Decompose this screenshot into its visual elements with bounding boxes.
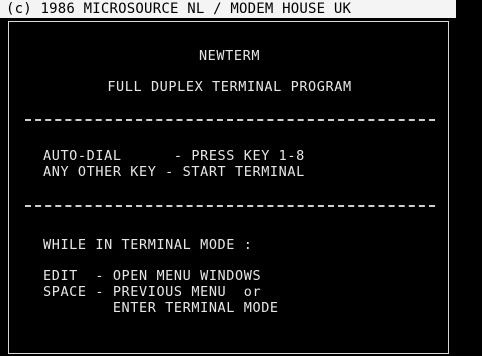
autodial-option: AUTO-DIAL - PRESS KEY 1-8 [43,148,305,164]
copyright-bar: (c) 1986 MICROSOURCE NL / MODEM HOUSE UK [0,0,456,18]
space-key-help-continued: ENTER TERMINAL MODE [43,300,279,316]
start-terminal-option: ANY OTHER KEY - START TERMINAL [43,164,305,180]
edit-key-help: EDIT - OPEN MENU WINDOWS [43,268,262,284]
terminal-mode-heading: WHILE IN TERMINAL MODE : [43,237,253,253]
program-subtitle: FULL DUPLEX TERMINAL PROGRAM [107,79,352,95]
terminal-screen: NEWTERM FULL DUPLEX TERMINAL PROGRAM AUT… [0,18,456,356]
program-title: NEWTERM [198,48,261,64]
terminal-frame: NEWTERM FULL DUPLEX TERMINAL PROGRAM AUT… [8,21,449,354]
right-border [456,0,482,356]
space-key-help: SPACE - PREVIOUS MENU or [43,284,262,300]
divider-bottom [25,205,435,207]
divider-top [25,119,435,121]
